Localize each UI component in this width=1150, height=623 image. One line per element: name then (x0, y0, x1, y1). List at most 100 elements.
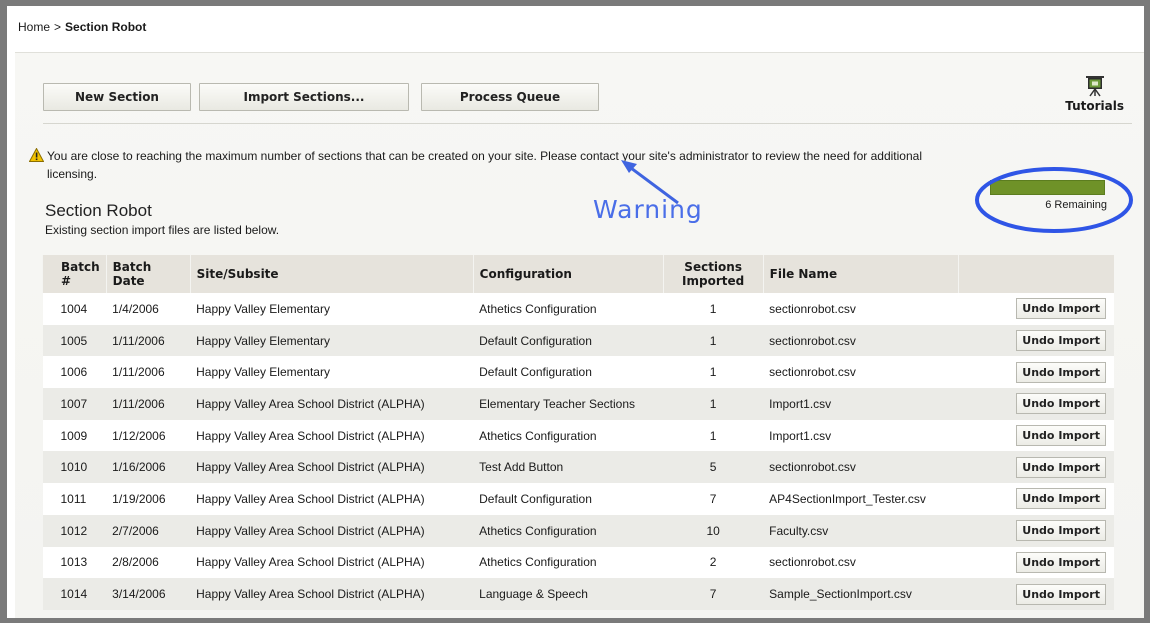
cell-config: Default Configuration (473, 356, 664, 389)
cell-action: Undo Import (958, 419, 1114, 452)
warning-icon (28, 147, 45, 166)
table-row: 1009 1/12/2006 Happy Valley Area School Di… (42, 419, 1114, 452)
app-frame: Home > Section Robot New Section Import Se… (7, 6, 1144, 618)
process-queue-button[interactable]: Process Queue (421, 83, 599, 111)
undo-import-button[interactable]: Undo Import (1016, 520, 1106, 542)
undo-import-button[interactable]: Undo Import (1016, 488, 1106, 510)
cell-config: Elementary Teacher Sections (473, 388, 664, 420)
undo-import-button[interactable]: Undo Import (1016, 393, 1106, 415)
warning-text-line2: licensing. (47, 167, 98, 181)
cell-date: 1/4/2006 (106, 293, 191, 325)
cell-file: sectionrobot.csv (763, 356, 959, 389)
cell-site: Happy Valley Area School District (ALPHA… (190, 546, 474, 579)
table-row: 1007 1/11/2006 Happy Valley Area School Di… (42, 388, 1114, 420)
table-row: 1014 3/14/2006 Happy Valley Area School Di… (42, 578, 1114, 610)
cell-file: Sample_SectionImport.csv (763, 578, 959, 610)
cell-imported: 10 (663, 514, 764, 547)
col-batch: Batch # (42, 255, 107, 293)
cell-action: Undo Import (958, 451, 1114, 484)
warning-message: You are close to reaching the maximum nu… (28, 147, 1139, 182)
cell-batch: 1004 (42, 293, 107, 325)
cell-batch: 1005 (42, 324, 107, 357)
cell-date: 1/11/2006 (106, 324, 191, 357)
cell-file: sectionrobot.csv (763, 324, 959, 357)
cell-file: AP4SectionImport_Tester.csv (763, 483, 959, 515)
cell-action: Undo Import (958, 388, 1114, 420)
cell-imported: 1 (663, 293, 764, 325)
col-imported: Sections Imported (662, 255, 764, 293)
table-row: 1012 2/7/2006 Happy Valley Area School Dis… (42, 514, 1114, 547)
table-row: 1004 1/4/2006 Happy Valley Elementary Athet… (42, 293, 1114, 325)
undo-import-button[interactable]: Undo Import (1016, 425, 1106, 447)
cell-date: 2/8/2006 (106, 546, 191, 579)
cell-site: Happy Valley Area School District (ALPHA… (190, 514, 474, 547)
cell-file: sectionrobot.csv (763, 451, 959, 484)
cell-imported: 7 (663, 483, 764, 515)
cell-batch: 1009 (42, 419, 107, 452)
cell-config: Default Configuration (473, 483, 664, 515)
cell-action: Undo Import (958, 514, 1114, 547)
main-content: New Section Import Sections... Process Q… (15, 52, 1144, 618)
cell-date: 1/11/2006 (106, 388, 191, 420)
cell-imported: 1 (663, 419, 764, 452)
cell-action: Undo Import (958, 483, 1114, 515)
page-subtitle: Existing section import files are listed… (45, 223, 280, 237)
cell-config: Athetics Configuration (473, 419, 664, 452)
cell-date: 1/11/2006 (106, 356, 191, 389)
warning-annotation-label: Warning (593, 195, 703, 224)
undo-import-button[interactable]: Undo Import (1016, 361, 1106, 383)
table-row: 1011 1/19/2006 Happy Valley Area School Di… (42, 483, 1114, 515)
table-header-row: Batch # Batch Date Site/Subsite Configur… (42, 255, 1114, 293)
cell-batch: 1010 (42, 451, 107, 484)
cell-config: Language & Speech (473, 578, 664, 610)
cell-action: Undo Import (958, 356, 1114, 389)
undo-import-button[interactable]: Undo Import (1016, 456, 1106, 478)
cell-site: Happy Valley Area School District (ALPHA… (190, 451, 474, 484)
import-sections-button[interactable]: Import Sections... (199, 83, 409, 111)
cell-file: sectionrobot.csv (763, 546, 959, 579)
cell-file: Import1.csv (763, 419, 959, 452)
cell-date: 2/7/2006 (106, 514, 191, 547)
col-date: Batch Date (105, 255, 191, 293)
cell-action: Undo Import (958, 324, 1114, 357)
table-row: 1005 1/11/2006 Happy Valley Elementary Defa… (42, 324, 1114, 357)
cell-file: Faculty.csv (763, 514, 959, 547)
cell-file: sectionrobot.csv (763, 293, 959, 325)
cell-config: Default Configuration (473, 324, 664, 357)
cell-site: Happy Valley Elementary (190, 356, 474, 389)
breadcrumb-home[interactable]: Home (18, 20, 50, 34)
undo-import-button[interactable]: Undo Import (1016, 330, 1106, 352)
cell-imported: 7 (663, 578, 764, 610)
undo-import-button[interactable]: Undo Import (1016, 583, 1106, 605)
imports-table: Batch # Batch Date Site/Subsite Configur… (42, 255, 1114, 610)
cell-action: Undo Import (958, 546, 1114, 579)
cell-imported: 1 (663, 356, 764, 389)
tutorials-link[interactable]: Tutorials (1065, 75, 1124, 113)
toolbar-divider (43, 123, 1132, 124)
cell-config: Athetics Configuration (473, 514, 664, 547)
cell-site: Happy Valley Elementary (190, 293, 474, 325)
page-title: Section Robot (45, 201, 152, 220)
undo-import-button[interactable]: Undo Import (1016, 298, 1106, 320)
cell-site: Happy Valley Area School District (ALPHA… (190, 483, 474, 515)
cell-batch: 1012 (42, 514, 107, 547)
tutorials-label: Tutorials (1065, 99, 1124, 113)
cell-batch: 1006 (42, 356, 107, 389)
cell-date: 1/12/2006 (106, 419, 191, 452)
cell-imported: 1 (663, 388, 764, 420)
col-config: Configuration (472, 255, 664, 293)
new-section-button[interactable]: New Section (43, 83, 191, 111)
sections-remaining-label: 6 Remaining (1045, 199, 1107, 211)
cell-imported: 5 (663, 451, 764, 484)
undo-import-button[interactable]: Undo Import (1016, 551, 1106, 573)
cell-site: Happy Valley Area School District (ALPHA… (190, 578, 474, 610)
col-actions (957, 255, 1114, 293)
warning-text-line1: You are close to reaching the maximum nu… (47, 149, 922, 163)
breadcrumb-current: Section Robot (65, 20, 147, 34)
cell-imported: 1 (663, 324, 764, 357)
breadcrumb: Home > Section Robot (18, 20, 146, 34)
cell-imported: 2 (663, 546, 764, 579)
cell-config: Test Add Button (473, 451, 664, 484)
imports-table-wrap: Batch # Batch Date Site/Subsite Configur… (42, 255, 1114, 610)
cell-action: Undo Import (958, 578, 1114, 610)
